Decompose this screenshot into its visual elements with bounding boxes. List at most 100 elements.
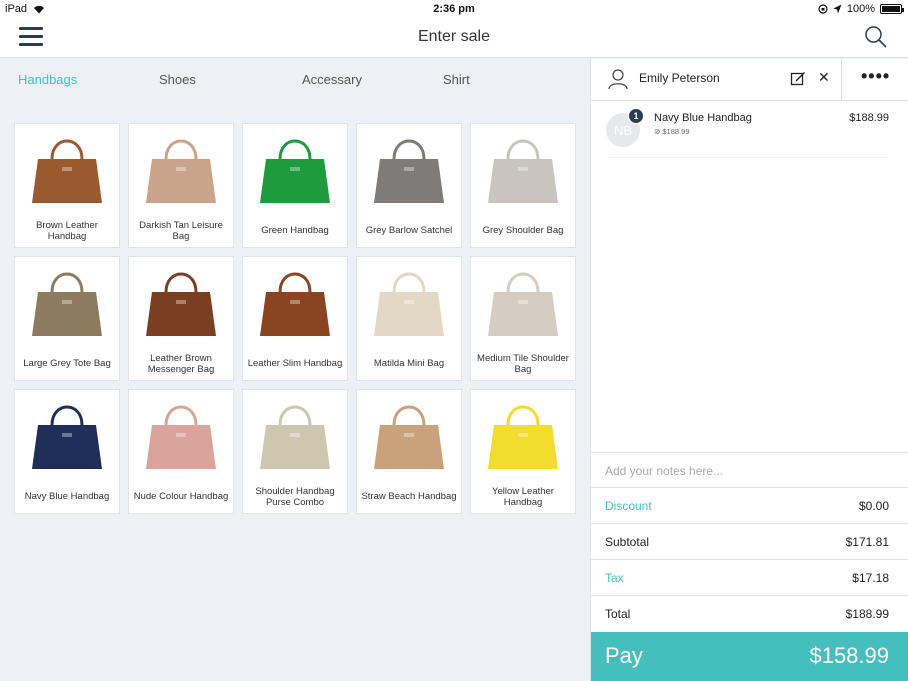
- search-icon[interactable]: [864, 25, 888, 49]
- handbag-icon: [146, 139, 216, 203]
- handbag-icon: [146, 272, 216, 336]
- handbag-icon: [32, 272, 102, 336]
- cart-line-item[interactable]: NB 1 Navy Blue Handbag ⊘ $188.99 $188.99: [591, 101, 908, 158]
- product-name: Green Handbag: [261, 225, 329, 236]
- quantity-badge: 1: [628, 108, 644, 124]
- product-name: Grey Barlow Satchel: [365, 225, 453, 236]
- product-card[interactable]: Grey Shoulder Bag: [470, 123, 576, 248]
- handbag-icon: [260, 139, 330, 203]
- discount-label[interactable]: Discount: [605, 499, 652, 513]
- product-image: [357, 390, 461, 480]
- product-image: [129, 390, 233, 480]
- product-name: Leather Brown Messenger Bag: [147, 352, 215, 375]
- product-image: [471, 124, 575, 214]
- user-icon[interactable]: [607, 68, 629, 90]
- product-image: [15, 124, 119, 214]
- product-card[interactable]: Leather Brown Messenger Bag: [128, 256, 234, 381]
- product-image: [243, 390, 347, 480]
- handbag-icon: [260, 272, 330, 336]
- product-card[interactable]: Yellow Leather Handbag: [470, 389, 576, 514]
- location-icon: [833, 4, 842, 14]
- product-name: Darkish Tan Leisure Bag: [139, 219, 223, 242]
- product-name: Navy Blue Handbag: [24, 491, 110, 502]
- line-item-unit-price: ⊘ $188.99: [654, 127, 690, 136]
- product-card[interactable]: Leather Slim Handbag: [242, 256, 348, 381]
- orientation-lock-icon: [818, 4, 828, 14]
- product-image: [129, 124, 233, 214]
- product-image: [471, 390, 575, 480]
- product-card[interactable]: Medium Tile Shoulder Bag: [470, 256, 576, 381]
- handbag-icon: [146, 405, 216, 469]
- battery-percent: 100%: [846, 3, 875, 15]
- navigation-bar: Enter sale: [0, 18, 908, 58]
- handbag-icon: [374, 272, 444, 336]
- total-row: Total $188.99: [591, 596, 908, 632]
- product-name: Grey Shoulder Bag: [482, 225, 564, 236]
- product-image: [243, 257, 347, 347]
- product-name: Shoulder Handbag Purse Combo: [255, 485, 335, 508]
- product-name: Medium Tile Shoulder Bag: [477, 352, 569, 375]
- tab-accessary[interactable]: Accessary: [302, 59, 362, 87]
- notes-input[interactable]: [605, 461, 895, 481]
- product-card[interactable]: Shoulder Handbag Purse Combo: [242, 389, 348, 514]
- product-card[interactable]: Navy Blue Handbag: [14, 389, 120, 514]
- product-image: [129, 257, 233, 347]
- handbag-icon: [32, 405, 102, 469]
- product-image: [471, 257, 575, 347]
- totals-section: Discount $0.00 Subtotal $171.81 Tax $17.…: [591, 488, 908, 632]
- product-image: [15, 257, 119, 347]
- product-image: [357, 124, 461, 214]
- pay-button[interactable]: Pay $158.99: [591, 632, 908, 681]
- product-card[interactable]: Darkish Tan Leisure Bag: [128, 123, 234, 248]
- product-card[interactable]: Grey Barlow Satchel: [356, 123, 462, 248]
- product-name: Straw Beach Handbag: [361, 491, 457, 502]
- tab-shoes[interactable]: Shoes: [159, 59, 196, 87]
- status-bar: iPad 2:36 pm 100%: [0, 0, 908, 18]
- product-image: [357, 257, 461, 347]
- total-label: Total: [605, 607, 631, 621]
- product-name: Nude Colour Handbag: [133, 491, 229, 502]
- line-item-name: Navy Blue Handbag: [654, 112, 752, 124]
- handbag-icon: [488, 139, 558, 203]
- customer-name[interactable]: Emily Peterson: [639, 71, 720, 85]
- product-card[interactable]: Green Handbag: [242, 123, 348, 248]
- discount-row[interactable]: Discount $0.00: [591, 488, 908, 524]
- product-card[interactable]: Straw Beach Handbag: [356, 389, 462, 514]
- tax-value: $17.18: [852, 571, 889, 585]
- product-card[interactable]: Large Grey Tote Bag: [14, 256, 120, 381]
- status-time: 2:36 pm: [433, 3, 475, 15]
- product-image: [15, 390, 119, 480]
- product-grid: Brown Leather Handbag Darkish Tan Leisure…: [14, 123, 578, 514]
- handbag-icon: [488, 405, 558, 469]
- pay-amount: $158.99: [809, 643, 889, 668]
- cart-panel: Emily Peterson ✕ •••• NB 1 Navy Blue Han…: [590, 59, 908, 681]
- tax-row[interactable]: Tax $17.18: [591, 560, 908, 596]
- tab-shirt[interactable]: Shirt: [443, 59, 470, 87]
- pay-label: Pay: [605, 643, 643, 668]
- remove-customer-close-icon[interactable]: ✕: [818, 69, 830, 86]
- handbag-icon: [32, 139, 102, 203]
- handbag-icon: [260, 405, 330, 469]
- discount-value: $0.00: [858, 499, 889, 513]
- tax-label[interactable]: Tax: [605, 571, 624, 585]
- total-value: $188.99: [845, 607, 889, 621]
- product-name: Leather Slim Handbag: [247, 358, 343, 369]
- product-card[interactable]: Brown Leather Handbag: [14, 123, 120, 248]
- handbag-icon: [374, 139, 444, 203]
- more-options-icon[interactable]: ••••: [861, 66, 890, 87]
- battery-icon: [880, 4, 904, 14]
- handbag-icon: [488, 272, 558, 336]
- edit-icon[interactable]: [790, 70, 806, 86]
- line-item-price: $188.99: [849, 112, 889, 124]
- product-card[interactable]: Matilda Mini Bag: [356, 256, 462, 381]
- product-card[interactable]: Nude Colour Handbag: [128, 389, 234, 514]
- product-image: [243, 124, 347, 214]
- product-name: Matilda Mini Bag: [373, 358, 445, 369]
- product-name: Brown Leather Handbag: [36, 219, 98, 242]
- product-name: Yellow Leather Handbag: [492, 485, 554, 508]
- subtotal-row: Subtotal $171.81: [591, 524, 908, 560]
- subtotal-value: $171.81: [845, 535, 889, 549]
- customer-header: Emily Peterson ✕ ••••: [591, 59, 908, 101]
- product-name: Large Grey Tote Bag: [23, 358, 111, 369]
- tab-handbags[interactable]: Handbags: [18, 59, 77, 87]
